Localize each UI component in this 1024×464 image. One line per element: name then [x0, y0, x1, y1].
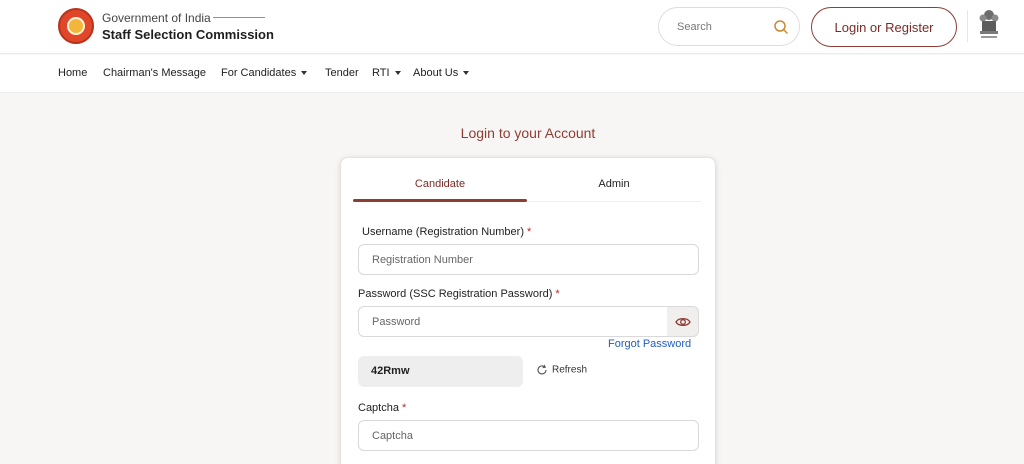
required-marker: *	[555, 288, 560, 300]
search-box	[658, 7, 800, 46]
nav-chairmans-message[interactable]: Chairman's Message	[103, 67, 206, 79]
captcha-label: Captcha *	[358, 402, 406, 414]
org-title: Staff Selection Commission	[102, 27, 274, 42]
login-register-button[interactable]: Login or Register	[811, 7, 957, 47]
tab-candidate[interactable]: Candidate	[353, 178, 527, 190]
ssc-logo[interactable]	[58, 8, 94, 44]
password-label-text: Password (SSC Registration Password)	[358, 288, 553, 300]
nav-tender[interactable]: Tender	[325, 67, 359, 79]
active-tab-indicator	[353, 199, 527, 202]
password-label: Password (SSC Registration Password) *	[358, 288, 560, 300]
nav-chairmans-message-label: Chairman's Message	[103, 67, 206, 79]
refresh-label: Refresh	[552, 364, 588, 376]
caret-down-icon	[301, 71, 308, 76]
username-label-text: Username (Registration Number)	[362, 226, 524, 238]
nav-rti-label: RTI	[372, 67, 390, 79]
caret-down-icon	[463, 71, 470, 76]
ssc-logo-center	[67, 17, 85, 35]
refresh-icon	[537, 364, 547, 375]
page-title: Login to your Account	[460, 125, 596, 141]
tab-admin[interactable]: Admin	[527, 178, 701, 190]
captcha-code: 42Rmw	[358, 356, 523, 387]
nav-tender-label: Tender	[325, 67, 359, 79]
login-card: Candidate Admin Username (Registration N…	[340, 157, 716, 464]
username-label: Username (Registration Number) *	[362, 226, 531, 238]
caret-down-icon	[394, 71, 401, 76]
main-nav: Home Chairman's Message For Candidates T…	[0, 55, 1024, 93]
captcha-input[interactable]	[358, 420, 699, 451]
national-emblem-icon	[979, 10, 999, 38]
site-header: Government of India Staff Selection Comm…	[0, 0, 1024, 54]
username-input[interactable]	[358, 244, 699, 275]
header-divider	[967, 10, 968, 42]
nav-for-candidates[interactable]: For Candidates	[221, 67, 308, 79]
eye-icon	[675, 317, 691, 327]
gov-title: Government of India	[102, 11, 211, 25]
nav-home[interactable]: Home	[58, 67, 87, 79]
nav-for-candidates-label: For Candidates	[221, 67, 297, 79]
nav-about-us-label: About Us	[413, 67, 459, 79]
password-input[interactable]	[358, 306, 668, 337]
nav-about-us[interactable]: About Us	[413, 67, 470, 79]
forgot-password-link[interactable]: Forgot Password	[608, 338, 691, 350]
toggle-password-button[interactable]	[667, 306, 699, 337]
search-icon[interactable]	[773, 19, 789, 35]
captcha-label-text: Captcha	[358, 402, 399, 414]
nav-home-label: Home	[58, 67, 88, 79]
gov-title-line	[213, 17, 265, 18]
refresh-captcha-button[interactable]: Refresh	[536, 364, 587, 376]
required-marker: *	[401, 402, 407, 414]
search-input[interactable]	[677, 18, 767, 36]
nav-rti[interactable]: RTI	[372, 67, 401, 79]
required-marker: *	[527, 226, 532, 238]
